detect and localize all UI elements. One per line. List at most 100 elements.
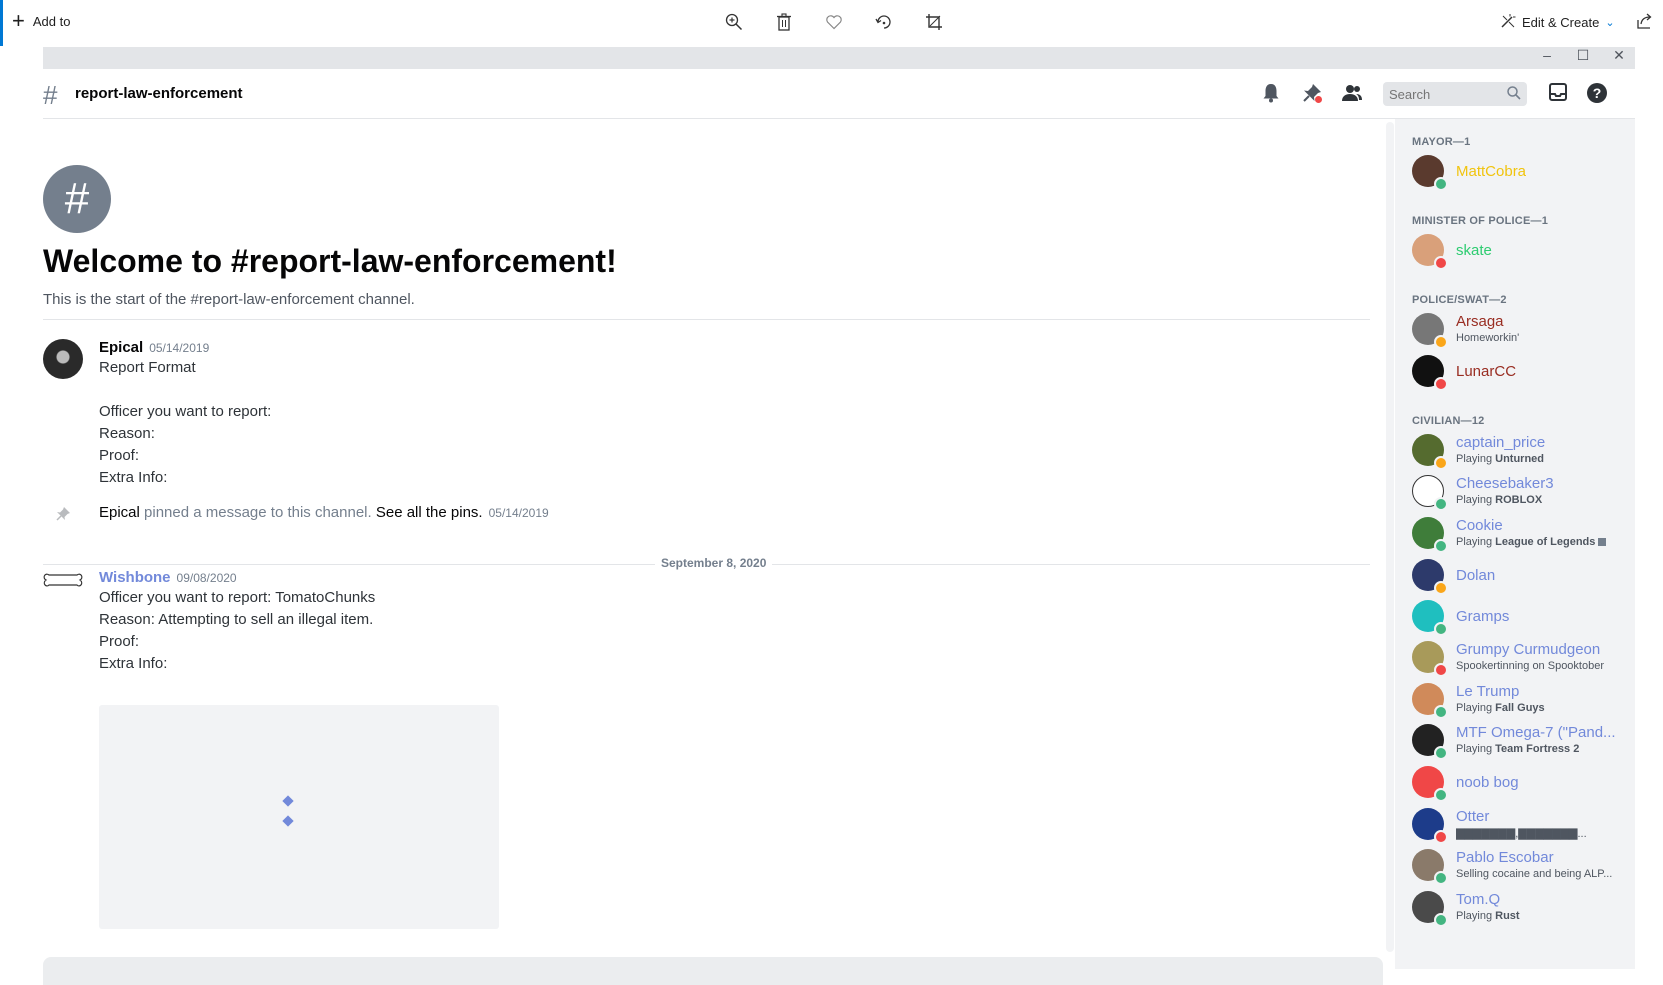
status-indicator <box>1434 335 1448 349</box>
status-indicator <box>1434 256 1448 270</box>
status-indicator <box>1434 913 1448 927</box>
welcome-divider <box>43 319 1370 320</box>
activity-game: Rust <box>1495 910 1520 922</box>
message-author[interactable]: Wishbone <box>99 569 171 586</box>
activity-game: League of Legends <box>1495 536 1596 548</box>
status-indicator <box>1434 622 1448 636</box>
status-indicator <box>1434 871 1448 885</box>
member-activity: Playing League of Legends <box>1456 536 1626 548</box>
member-otter[interactable]: Otter ▇▇▇▇▇▇▇,▇▇▇▇▇▇▇... <box>1412 808 1627 850</box>
member-cookie[interactable]: Cookie Playing League of Legends <box>1412 517 1627 559</box>
heart-icon[interactable] <box>823 11 845 33</box>
member-captain-price[interactable]: captain_price Playing Unturned <box>1412 434 1627 476</box>
pin-icon <box>55 506 71 527</box>
message-content: Report Format Officer you want to report… <box>99 357 271 489</box>
date-separator: September 8, 2020 <box>43 556 1370 570</box>
member-activity: ▇▇▇▇▇▇▇,▇▇▇▇▇▇▇... <box>1456 828 1587 840</box>
status-indicator <box>1434 663 1448 677</box>
loading-dot <box>282 815 294 827</box>
member-lunarcc[interactable]: LunarCC <box>1412 355 1627 397</box>
help-icon[interactable]: ? <box>1586 82 1608 109</box>
activity-game: ROBLOX <box>1495 494 1543 506</box>
member-name: Otter <box>1456 808 1490 825</box>
message-author[interactable]: Epical <box>99 339 143 356</box>
avatar[interactable] <box>43 569 83 598</box>
pin-icon[interactable] <box>1301 82 1323 104</box>
member-mtf-omega-7[interactable]: MTF Omega-7 ("Pand... Playing Team Fortr… <box>1412 724 1627 766</box>
member-activity: Playing Unturned <box>1456 453 1626 465</box>
member-gramps[interactable]: Gramps <box>1412 600 1627 642</box>
activity-prefix: Playing <box>1456 743 1496 755</box>
message-timestamp: 05/14/2019 <box>149 341 210 355</box>
status-indicator <box>1434 456 1448 470</box>
message-line: Extra Info: <box>99 655 168 672</box>
status-indicator <box>1434 497 1448 511</box>
message-composer[interactable] <box>43 957 1383 985</box>
date-separator-label: September 8, 2020 <box>655 556 773 570</box>
status-indicator <box>1434 830 1448 844</box>
member-name: MattCobra <box>1456 163 1527 180</box>
member-name: Dolan <box>1456 567 1496 584</box>
close-icon[interactable]: ✕ <box>1611 47 1627 64</box>
member-activity: Playing Rust <box>1456 910 1626 922</box>
member-list-icon[interactable] <box>1341 82 1363 104</box>
crop-icon[interactable] <box>923 11 945 33</box>
rotate-icon[interactable] <box>873 11 895 33</box>
delete-icon[interactable] <box>773 11 795 33</box>
maximize-icon[interactable]: ☐ <box>1575 47 1591 64</box>
status-indicator <box>1434 746 1448 760</box>
member-activity: Playing Fall Guys <box>1456 702 1626 714</box>
member-mattcobra[interactable]: MattCobra <box>1412 155 1627 197</box>
chat-area: # Welcome to #report-law-enforcement! Th… <box>43 119 1373 969</box>
member-name: Pablo Escobar <box>1456 849 1554 866</box>
activity-prefix: Playing <box>1456 453 1496 465</box>
member-dolan[interactable]: Dolan <box>1412 559 1627 601</box>
zoom-in-icon[interactable] <box>723 11 745 33</box>
message-content: Officer you want to report: TomatoChunks… <box>99 587 375 675</box>
status-indicator <box>1434 539 1448 553</box>
system-author[interactable]: Epical <box>99 504 140 521</box>
member-activity: Selling cocaine and being ALP... <box>1456 868 1613 880</box>
message-line: Reason: Attempting to sell an illegal it… <box>99 611 374 628</box>
window-accent <box>0 0 3 46</box>
member-list: MAYOR—1 MattCobra MINISTER OF POLICE—1 s… <box>1395 119 1635 969</box>
member-name: captain_price <box>1456 434 1546 451</box>
add-to-button[interactable]: + Add to <box>12 10 70 32</box>
member-le-trump[interactable]: Le Trump Playing Fall Guys <box>1412 683 1627 725</box>
share-icon[interactable] <box>1636 12 1654 35</box>
chevron-down-icon: ⌄ <box>1605 17 1615 29</box>
loading-dot <box>282 795 294 807</box>
member-activity: Playing ROBLOX <box>1456 494 1626 506</box>
search-input[interactable] <box>1383 82 1505 106</box>
edit-create-button[interactable]: Edit & Create ⌄ <box>1500 13 1615 32</box>
member-name: Gramps <box>1456 608 1510 625</box>
avatar[interactable] <box>43 339 83 379</box>
window-titlebar: – ☐ ✕ <box>43 47 1635 69</box>
activity-prefix: Playing <box>1456 536 1496 548</box>
chat-scrollbar[interactable] <box>1386 122 1394 952</box>
message-line: Extra Info: <box>99 469 168 486</box>
status-indicator <box>1434 581 1448 595</box>
member-cheesebaker3[interactable]: Cheesebaker3 Playing ROBLOX <box>1412 475 1627 517</box>
inbox-icon[interactable] <box>1548 82 1568 109</box>
status-indicator <box>1434 788 1448 802</box>
member-grumpy-curmudgeon[interactable]: Grumpy Curmudgeon Spookertinning on Spoo… <box>1412 641 1627 683</box>
edit-create-label: Edit & Create <box>1522 15 1600 30</box>
member-pablo-escobar[interactable]: Pablo Escobar Selling cocaine and being … <box>1412 849 1627 891</box>
member-skate[interactable]: skate <box>1412 234 1627 276</box>
minimize-icon[interactable]: – <box>1539 47 1555 64</box>
member-tom-q[interactable]: Tom.Q Playing Rust <box>1412 891 1627 933</box>
bell-icon[interactable] <box>1261 82 1283 104</box>
search-box[interactable] <box>1383 82 1527 106</box>
see-pins-link[interactable]: See all the pins. <box>376 504 483 521</box>
member-noob-bog[interactable]: noob bog <box>1412 766 1627 808</box>
image-attachment-loading[interactable] <box>99 705 499 929</box>
member-name: noob bog <box>1456 774 1519 791</box>
channel-name: report-law-enforcement <box>75 85 243 102</box>
rich-presence-icon <box>1598 538 1607 547</box>
message-line: Reason: <box>99 425 155 442</box>
member-name: Tom.Q <box>1456 891 1501 908</box>
member-arsaga[interactable]: Arsaga Homeworkin' <box>1412 313 1627 355</box>
channel-header: # report-law-enforcement ? <box>43 70 1635 119</box>
message-timestamp: 09/08/2020 <box>176 571 237 585</box>
